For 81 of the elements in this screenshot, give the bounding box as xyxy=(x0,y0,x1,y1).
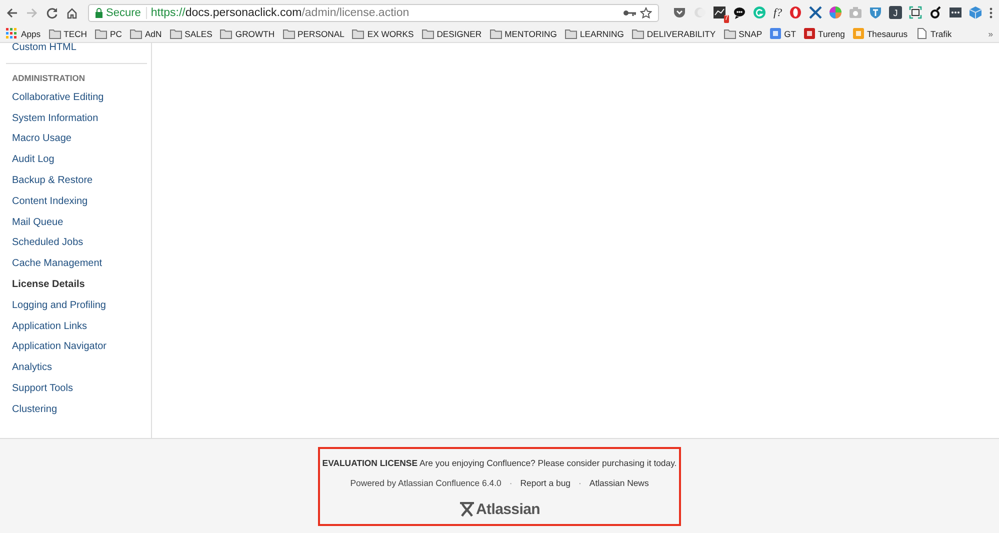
sidebar-link[interactable]: Mail Queue xyxy=(12,216,64,229)
sidebar-link[interactable]: Logging and Profiling xyxy=(12,300,106,312)
bookmark-link[interactable]: GT xyxy=(770,28,796,39)
sidebar-link[interactable]: Application Links xyxy=(12,320,88,333)
folder-icon xyxy=(724,28,736,39)
sidebar-link[interactable]: Custom HTML xyxy=(12,43,76,54)
bookmark-link[interactable]: Thesaurus xyxy=(852,28,908,39)
swirl-icon[interactable] xyxy=(929,6,942,19)
color-wheel-icon[interactable] xyxy=(829,6,842,19)
folder-icon xyxy=(352,28,364,39)
powered-by-text: Powered by Atlassian Confluence 6.4.0 xyxy=(350,477,502,489)
bookmark-link[interactable]: Apps xyxy=(6,28,41,39)
reload-icon[interactable] xyxy=(46,6,58,18)
lock-icon xyxy=(95,8,103,18)
bookmark-link[interactable]: LEARNING xyxy=(564,28,624,39)
sidebar-link[interactable]: Cache Management xyxy=(12,258,102,270)
address-bar[interactable]: Secure https://docs.personaclick.com/admin/license.action xyxy=(88,4,660,22)
secure-label: Secure xyxy=(106,6,141,18)
logo-text: Atlassian xyxy=(476,501,540,518)
bookmark-link[interactable]: GROWTH xyxy=(220,28,275,39)
bookmark-link[interactable]: DESIGNER xyxy=(422,28,482,39)
folder-icon xyxy=(282,28,295,39)
bookmark-link[interactable]: PC xyxy=(95,28,122,39)
pocket-icon[interactable] xyxy=(673,6,686,19)
overflow-chevron[interactable]: » xyxy=(988,28,993,38)
extension-icon[interactable]: J xyxy=(889,6,902,19)
folder-icon xyxy=(422,28,434,39)
sidebar-link[interactable]: Support Tools xyxy=(12,382,73,395)
home-icon[interactable] xyxy=(66,6,78,18)
sidebar-link[interactable]: Application Navigator xyxy=(12,341,106,354)
sidebar-link[interactable]: License Details xyxy=(12,278,85,291)
shield-icon[interactable] xyxy=(869,6,882,19)
extension-icon[interactable]: f? xyxy=(773,6,782,20)
star-icon[interactable] xyxy=(640,6,652,18)
sidebar-link[interactable]: Content Indexing xyxy=(12,196,88,208)
logo-icon xyxy=(459,502,475,517)
cross-icon[interactable] xyxy=(809,6,822,19)
page-icon xyxy=(916,28,928,39)
footer-link[interactable]: Report a bug xyxy=(520,477,570,489)
bookmark-link[interactable]: DELIVERABILITY xyxy=(632,28,716,39)
sidebar-link[interactable]: Scheduled Jobs xyxy=(12,237,84,250)
folder-icon xyxy=(130,28,142,39)
speech-bubble-icon[interactable] xyxy=(733,6,746,19)
bookmark-link[interactable]: TECH xyxy=(48,28,87,39)
sidebar-link[interactable]: System Information xyxy=(12,112,98,125)
bookmark-link[interactable]: Tureng xyxy=(804,28,845,39)
license-notice: EVALUATION LICENSE Are you enjoying Confluence? Please consider purchasing it today. xyxy=(322,457,677,469)
sidebar-link[interactable]: Audit Log xyxy=(12,154,54,166)
bookmark-link[interactable]: AdN xyxy=(130,28,162,39)
bookmark-link[interactable]: MENTORING xyxy=(490,28,557,39)
bookmark-link[interactable]: SALES xyxy=(170,28,212,39)
key-icon[interactable] xyxy=(623,8,636,16)
cube-icon[interactable] xyxy=(969,6,982,19)
separator-dot: · xyxy=(509,477,512,489)
bookmark-link[interactable]: PERSONAL xyxy=(282,28,344,39)
back-icon[interactable] xyxy=(6,6,18,18)
dots-icon[interactable] xyxy=(949,6,962,19)
folder-icon xyxy=(48,28,61,39)
chart-icon[interactable] xyxy=(713,6,726,19)
bookmark-link[interactable]: SNAP xyxy=(724,28,762,39)
footer-link[interactable]: Atlassian News xyxy=(589,477,649,489)
bookmark-link[interactable]: Trafik xyxy=(916,28,952,39)
frame-icon[interactable] xyxy=(909,6,922,19)
folder-icon xyxy=(490,28,502,39)
folder-icon xyxy=(632,28,644,39)
sidebar-link[interactable]: Clustering xyxy=(12,404,58,416)
folder-icon xyxy=(95,28,107,39)
folder-icon xyxy=(220,28,232,39)
separator-dot: · xyxy=(578,477,582,489)
sidebar-link[interactable]: Backup & Restore xyxy=(12,174,93,187)
bookmark-link[interactable]: EX WORKS xyxy=(352,28,414,39)
folder-icon xyxy=(564,28,577,39)
sidebar-link[interactable]: Macro Usage xyxy=(12,133,72,146)
sidebar-link[interactable]: Analytics xyxy=(12,362,52,374)
folder-icon xyxy=(170,28,182,39)
sidebar-link[interactable]: Collaborative Editing xyxy=(12,92,104,104)
more-icon[interactable] xyxy=(989,6,993,18)
ring-icon[interactable] xyxy=(789,6,802,19)
url-text: https://docs.personaclick.com/admin/license.action xyxy=(150,6,410,18)
section-heading: ADMINISTRATION xyxy=(12,72,86,84)
apps-grid-icon xyxy=(6,28,18,39)
